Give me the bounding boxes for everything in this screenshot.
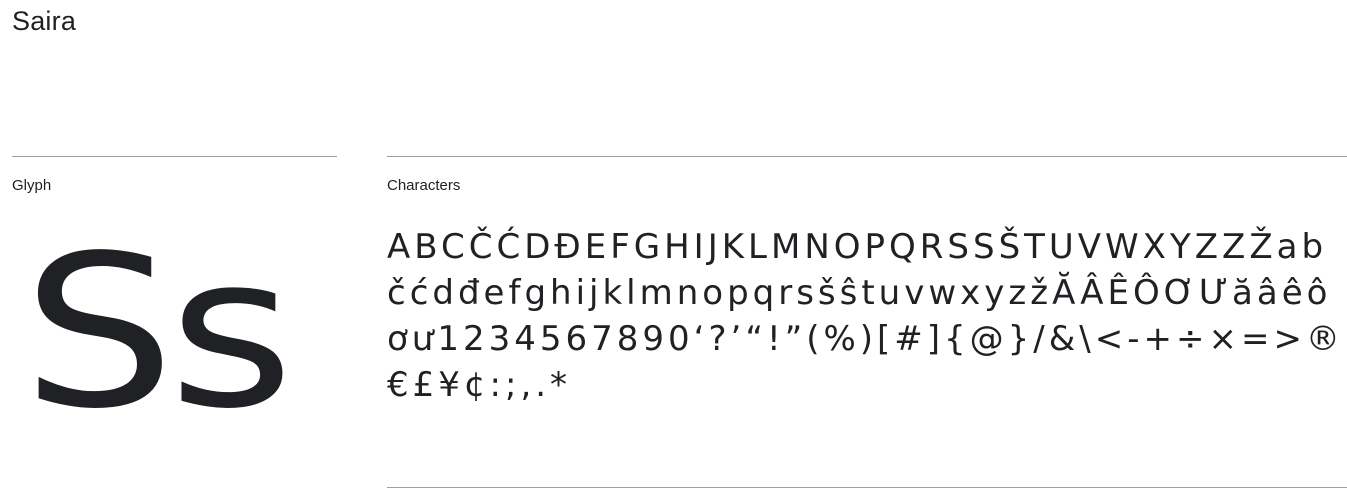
characters-label: Characters xyxy=(387,177,461,194)
glyph-label: Glyph xyxy=(12,177,52,194)
character-line: čćdđefghijklmnopqrsšŝtuvwxyzžĂÂÊÔƠƯăâêô xyxy=(387,273,1332,313)
font-title: Saira xyxy=(12,6,77,36)
character-line: ABCČĆDĐEFGHIJKLMNOPQRSSŠTUVWXYZZŽab xyxy=(387,227,1328,267)
character-line: ơư1234567890‘?’“!”(%)[#]{@}/&\<-+÷×=>®©$ xyxy=(387,319,1347,359)
character-grid: ABCČĆDĐEFGHIJKLMNOPQRSSŠTUVWXYZZŽab čćdđ… xyxy=(387,224,1347,408)
glyph-preview: Ss xyxy=(22,210,294,455)
glyph-section: Glyph Ss xyxy=(12,156,337,438)
glyph-divider xyxy=(12,156,337,157)
characters-bottom-divider xyxy=(387,487,1347,488)
characters-divider xyxy=(387,156,1347,157)
character-line: €£¥¢:;,.* xyxy=(387,365,572,405)
characters-section: Characters ABCČĆDĐEFGHIJKLMNOPQRSSŠTUVWX… xyxy=(387,156,1347,405)
